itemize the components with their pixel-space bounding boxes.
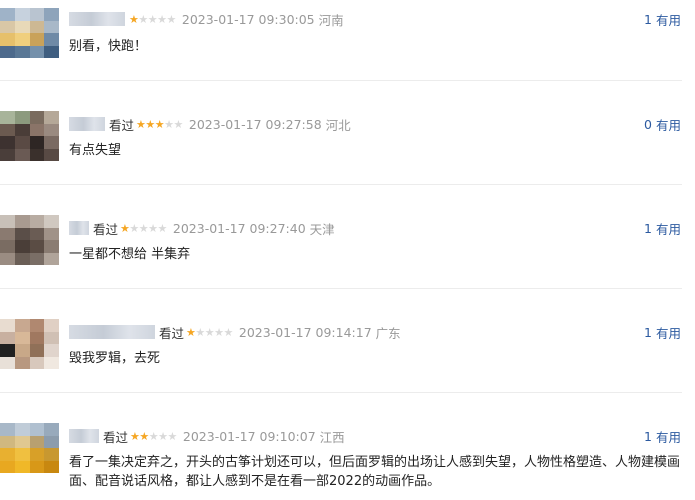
vote-area: 1 有用 (644, 10, 681, 28)
star-empty-icon: ★ (138, 221, 149, 235)
vote-count: 1 (644, 11, 652, 27)
rating-stars: ★ ★ ★ ★ ★ (130, 430, 177, 443)
divider (0, 288, 682, 289)
rating-stars: ★ ★ ★ ★ ★ (136, 118, 183, 131)
vote-area: 1 有用 (644, 323, 681, 341)
avatar[interactable] (0, 319, 59, 369)
comment-time: 2023-01-17 09:14:17 (238, 324, 372, 340)
comment-meta: 看过 ★ ★ ★ ★ ★ 2023-01-17 09:14:17 广东 (69, 323, 401, 341)
comment-meta: 看过 ★ ★ ★ ★ ★ 2023-01-17 09:27:58 河北 (69, 115, 351, 133)
useful-button[interactable]: 有用 (656, 10, 681, 29)
comment-location: 江西 (319, 429, 345, 445)
comment-content: 有点失望 (69, 143, 122, 158)
star-empty-icon: ★ (138, 12, 148, 26)
avatar[interactable] (0, 423, 59, 473)
star-filled-icon: ★ (139, 429, 149, 443)
star-empty-icon: ★ (195, 325, 205, 339)
username[interactable] (69, 429, 99, 443)
star-filled-icon: ★ (130, 429, 140, 443)
star-empty-icon: ★ (157, 12, 167, 26)
star-empty-icon: ★ (166, 12, 177, 26)
vote-area: 1 有用 (644, 219, 681, 237)
comment-content: 看了一集决定弃之，开头的古筝计划还可以，但后面罗辑的出场让人感到失望，人物性格塑… (69, 455, 681, 489)
comment-location: 河北 (325, 117, 351, 133)
star-empty-icon: ★ (204, 325, 215, 339)
star-empty-icon: ★ (148, 221, 158, 235)
star-empty-icon: ★ (223, 325, 234, 339)
vote-area: 1 有用 (644, 427, 681, 445)
star-filled-icon: ★ (120, 221, 130, 235)
comment-content: 毁我罗辑，去死 (69, 351, 161, 366)
comment-content: 别看，快跑！ (69, 39, 148, 54)
watched-status: 看过 (109, 117, 135, 133)
star-empty-icon: ★ (158, 429, 168, 443)
star-filled-icon: ★ (136, 117, 146, 131)
useful-button[interactable]: 有用 (656, 427, 681, 446)
username[interactable] (69, 117, 105, 131)
rating-stars: ★ ★ ★ ★ ★ (129, 13, 176, 26)
comment-meta: ★ ★ ★ ★ ★ 2023-01-17 09:30:05 河南 (69, 10, 344, 28)
comment-time: 2023-01-17 09:10:07 (182, 428, 316, 444)
useful-button[interactable]: 有用 (656, 219, 681, 238)
star-empty-icon: ★ (157, 221, 168, 235)
watched-status: 看过 (159, 325, 185, 341)
star-filled-icon: ★ (145, 117, 155, 131)
comment-time: 2023-01-17 09:30:05 (181, 11, 315, 27)
divider (0, 392, 682, 393)
avatar[interactable] (0, 8, 59, 58)
comment-location: 河南 (318, 12, 344, 28)
comment-location: 广东 (375, 325, 401, 341)
comment-content: 一星都不想给 半集弃 (69, 247, 191, 262)
star-empty-icon: ★ (167, 429, 178, 443)
useful-button[interactable]: 有用 (656, 323, 681, 342)
vote-count: 1 (644, 428, 652, 444)
star-filled-icon: ★ (154, 117, 165, 131)
comment-meta: 看过 ★ ★ ★ ★ ★ 2023-01-17 09:27:40 天津 (69, 219, 335, 237)
divider (0, 80, 682, 81)
username[interactable] (69, 221, 89, 235)
comment-meta: 看过 ★ ★ ★ ★ ★ 2023-01-17 09:10:07 江西 (69, 427, 345, 445)
rating-stars: ★ ★ ★ ★ ★ (186, 326, 233, 339)
vote-count: 0 (644, 116, 652, 132)
username[interactable] (69, 325, 155, 339)
star-empty-icon: ★ (164, 117, 174, 131)
comment-location: 天津 (309, 221, 335, 237)
comment-time: 2023-01-17 09:27:40 (172, 220, 306, 236)
vote-area: 0 有用 (644, 115, 681, 133)
star-filled-icon: ★ (129, 12, 139, 26)
watched-status: 看过 (103, 429, 129, 445)
divider (0, 184, 682, 185)
star-empty-icon: ★ (214, 325, 224, 339)
star-empty-icon: ★ (147, 12, 158, 26)
watched-status: 看过 (93, 221, 119, 237)
avatar[interactable] (0, 215, 59, 265)
star-empty-icon: ★ (129, 221, 139, 235)
comment-time: 2023-01-17 09:27:58 (188, 116, 322, 132)
star-empty-icon: ★ (148, 429, 159, 443)
username[interactable] (69, 12, 125, 26)
vote-count: 1 (644, 324, 652, 340)
rating-stars: ★ ★ ★ ★ ★ (120, 222, 167, 235)
vote-count: 1 (644, 220, 652, 236)
star-empty-icon: ★ (173, 117, 184, 131)
useful-button[interactable]: 有用 (656, 115, 681, 134)
star-filled-icon: ★ (186, 325, 196, 339)
avatar[interactable] (0, 111, 59, 161)
